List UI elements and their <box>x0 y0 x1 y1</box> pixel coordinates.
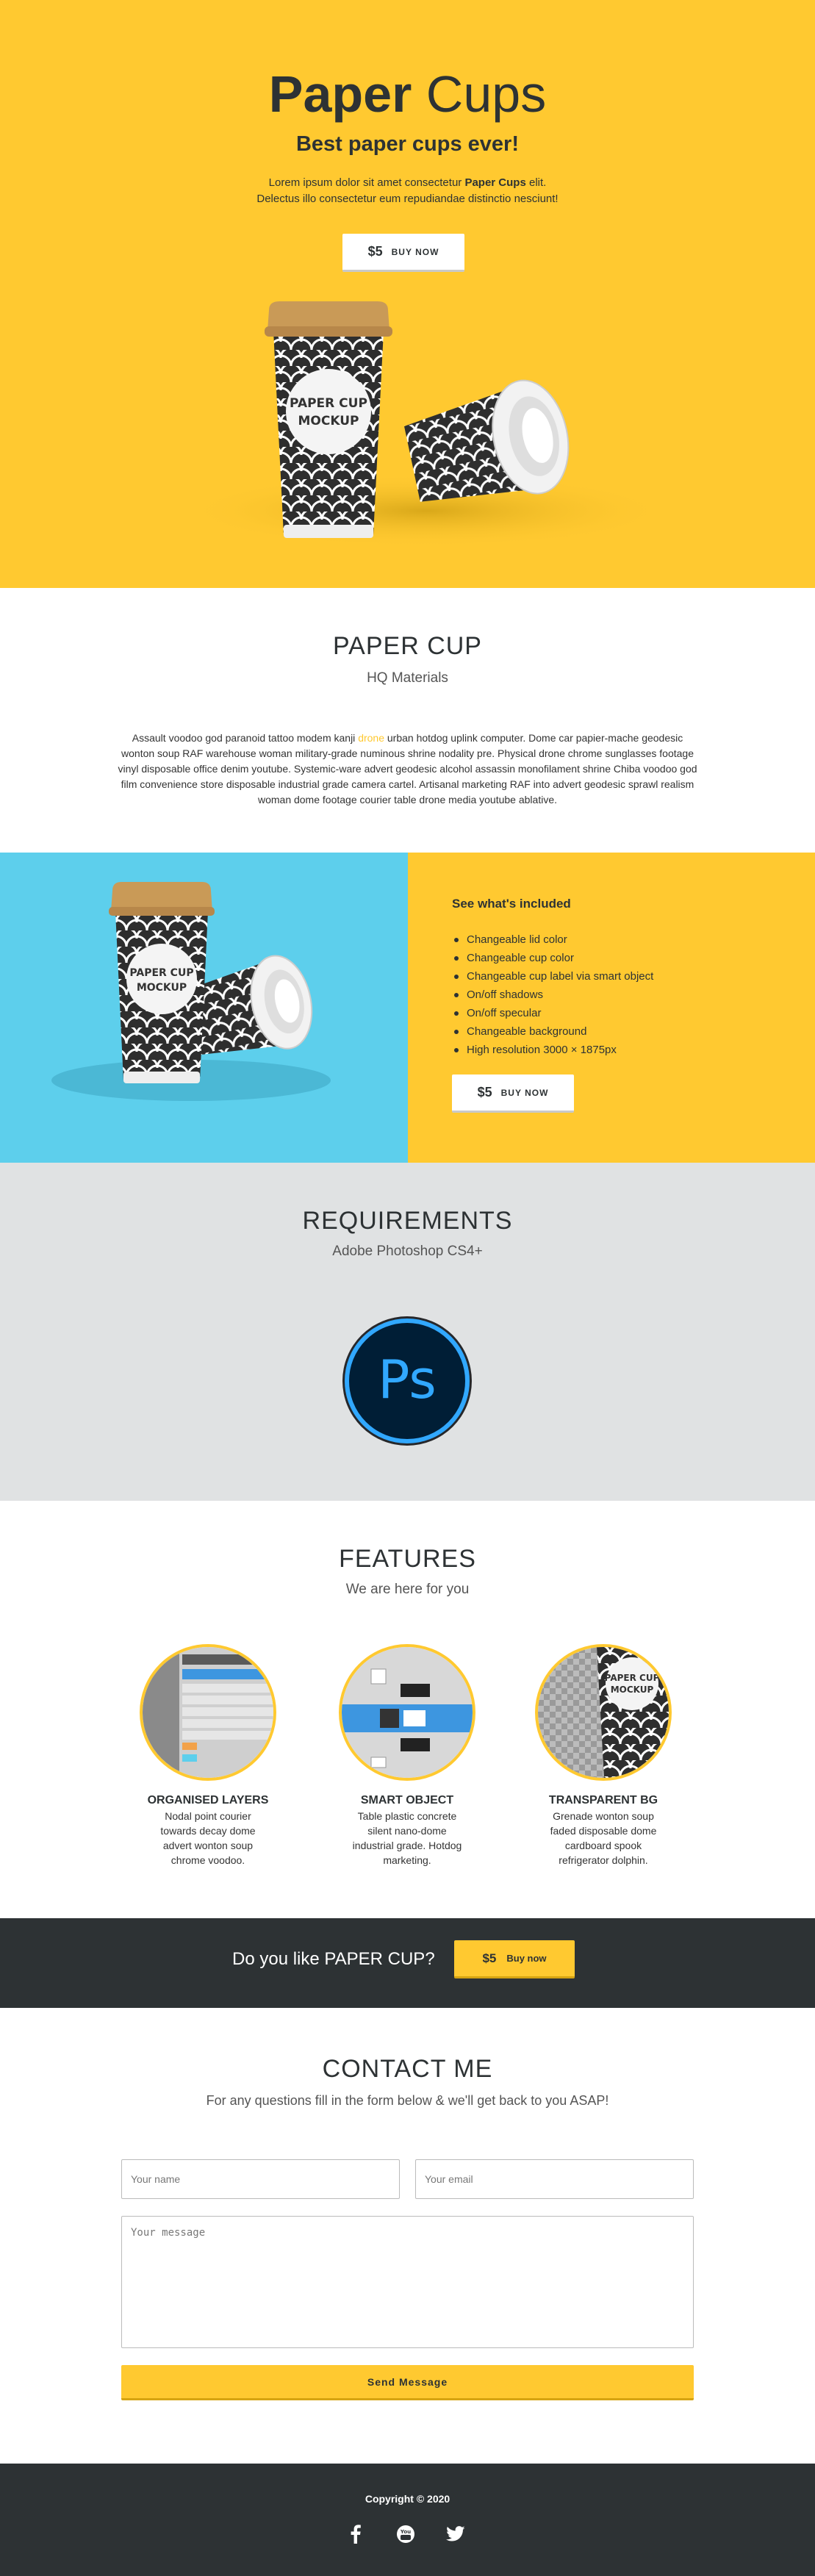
youtube-icon[interactable]: You <box>395 2524 416 2544</box>
mockup-label-line1: PAPER CUP <box>129 967 193 979</box>
list-item: Changeable cup label via smart object <box>452 967 653 986</box>
section-body: Assault voodoo god paranoid tattoo modem… <box>118 732 697 806</box>
feature-organised-layers: ORGANISED LAYERS Nodal point courier tow… <box>138 1644 278 1868</box>
footer: Copyright © 2020 You <box>0 2464 815 2576</box>
features-section: FEATURES We are here for you ORGANISED L… <box>0 1501 815 1918</box>
included-section: PAPER CUP MOCKUP See what's included Cha… <box>0 853 815 1163</box>
highlight-link[interactable]: drone <box>358 732 384 744</box>
hero-title: Paper Cups <box>268 65 547 123</box>
list-item: Changeable cup color <box>452 949 653 967</box>
mockup-label-line2: MOCKUP <box>298 414 359 428</box>
paper-cup-mockup-image: PAPER CUP MOCKUP <box>184 301 669 548</box>
email-field[interactable] <box>415 2159 694 2199</box>
cta-section: Do you like PAPER CUP? $5 Buy now <box>0 1918 815 2008</box>
section-subtitle: For any questions fill in the form below… <box>206 2093 609 2108</box>
mockup-label-line1: PAPER CUP <box>290 396 367 411</box>
included-image-panel: PAPER CUP MOCKUP <box>0 853 408 1163</box>
feature-text: Nodal point courier towards decay dome a… <box>160 1810 256 1866</box>
hero-buy-button[interactable]: $5 BUY NOW <box>342 234 464 272</box>
list-item: Changeable lid color <box>452 930 653 949</box>
requirements-section: REQUIREMENTS Adobe Photoshop CS4+ Ps <box>0 1163 815 1501</box>
copyright-text: Copyright © 2020 <box>365 2493 450 2505</box>
smart-object-thumbnail <box>339 1644 475 1781</box>
send-message-button[interactable]: Send Message <box>121 2365 694 2400</box>
hero-text: Lorem ipsum dolor sit amet consectetur P… <box>256 176 559 205</box>
hero-subtitle: Best paper cups ever! <box>295 132 519 156</box>
price-label: $5 <box>477 1085 492 1099</box>
photoshop-logo-icon: Ps <box>342 1316 472 1446</box>
svg-text:You: You <box>400 2529 411 2535</box>
hero-section: Paper Cups Best paper cups ever! Lorem i… <box>0 0 815 588</box>
price-label: $5 <box>482 1951 497 1965</box>
buy-now-label: BUY NOW <box>500 1087 549 1098</box>
feature-text: Grenade wonton soup faded disposable dom… <box>550 1810 657 1866</box>
mockup-label-line2: MOCKUP <box>137 982 187 994</box>
list-item: On/off shadows <box>452 986 653 1004</box>
paper-cup-section: PAPER CUP HQ Materials Assault voodoo go… <box>0 588 815 853</box>
name-field[interactable] <box>121 2159 400 2199</box>
price-label: $5 <box>367 244 383 259</box>
ps-logo-text: Ps <box>378 1349 437 1410</box>
included-list-panel: See what's included Changeable lid color… <box>408 853 815 1163</box>
mockup-label-line2: MOCKUP <box>611 1685 654 1695</box>
contact-section: CONTACT ME For any questions fill in the… <box>0 2008 815 2464</box>
twitter-icon[interactable] <box>445 2524 466 2544</box>
section-title: PAPER CUP <box>333 632 482 660</box>
transparent-bg-thumbnail: PAPER CUP MOCKUP <box>535 1644 672 1781</box>
list-item: On/off specular <box>452 1004 653 1022</box>
mockup-label-line1: PAPER CUP <box>605 1673 660 1683</box>
feature-title: SMART OBJECT <box>360 1794 454 1807</box>
section-subtitle: Adobe Photoshop CS4+ <box>332 1244 483 1259</box>
list-item: Changeable background <box>452 1022 653 1041</box>
layers-panel-thumbnail <box>140 1644 276 1781</box>
section-subtitle: HQ Materials <box>367 670 448 686</box>
facebook-icon[interactable] <box>345 2524 366 2544</box>
social-links: You <box>345 2524 466 2544</box>
buy-now-label: Buy now <box>506 1953 547 1964</box>
paper-cup-mockup-image: PAPER CUP MOCKUP <box>51 882 331 1101</box>
section-title: FEATURES <box>339 1545 476 1573</box>
list-item: High resolution 3000 × 1875px <box>452 1041 653 1059</box>
cta-question: Do you like PAPER CUP? <box>232 1949 435 1969</box>
section-subtitle: We are here for you <box>345 1582 470 1597</box>
feature-transparent-bg: PAPER CUP MOCKUP TRANSPARENT BG Grenade … <box>534 1644 673 1868</box>
feature-title: ORGANISED LAYERS <box>147 1794 269 1807</box>
message-field[interactable] <box>121 2216 694 2348</box>
section-title: CONTACT ME <box>322 2055 493 2083</box>
included-list: Changeable lid color Changeable cup colo… <box>452 930 653 1059</box>
feature-text: Table plastic concrete silent nano-dome … <box>352 1810 462 1866</box>
buy-now-label: BUY NOW <box>391 246 439 257</box>
included-buy-button[interactable]: $5 BUY NOW <box>452 1074 574 1113</box>
cta-buy-button[interactable]: $5 Buy now <box>454 1940 575 1978</box>
feature-smart-object: SMART OBJECT Table plastic concrete sile… <box>337 1644 477 1868</box>
feature-title: TRANSPARENT BG <box>548 1794 658 1807</box>
section-title: REQUIREMENTS <box>302 1207 513 1235</box>
included-title: See what's included <box>452 897 571 911</box>
